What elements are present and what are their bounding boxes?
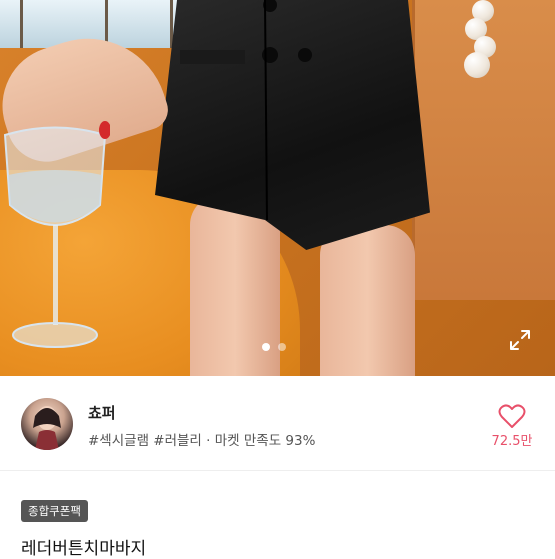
avatar[interactable] (21, 398, 73, 450)
expand-icon[interactable] (508, 328, 532, 352)
heart-outline-icon[interactable] (498, 403, 526, 429)
carousel-dot[interactable] (278, 343, 286, 351)
wine-glass (3, 121, 110, 348)
carousel-dot-active[interactable] (262, 343, 270, 351)
product-title: 레더버튼치마바지 (21, 539, 147, 559)
seller-tags: #섹시글램 #러블리 · 마켓 만족도 93% (88, 433, 316, 449)
like-count: 72.5만 (491, 434, 533, 449)
leg-right (320, 225, 415, 376)
product-image-carousel[interactable] (0, 0, 555, 376)
seller-name[interactable]: 쵸퍼 (88, 402, 116, 423)
seller-info[interactable]: 쵸퍼 #섹시글램 #러블리 · 마켓 만족도 93% 72.5만 (0, 376, 555, 471)
pearl-necklace (460, 0, 500, 90)
coupon-badge: 종합쿠폰팩 (21, 500, 88, 522)
carousel-indicator (262, 343, 286, 351)
